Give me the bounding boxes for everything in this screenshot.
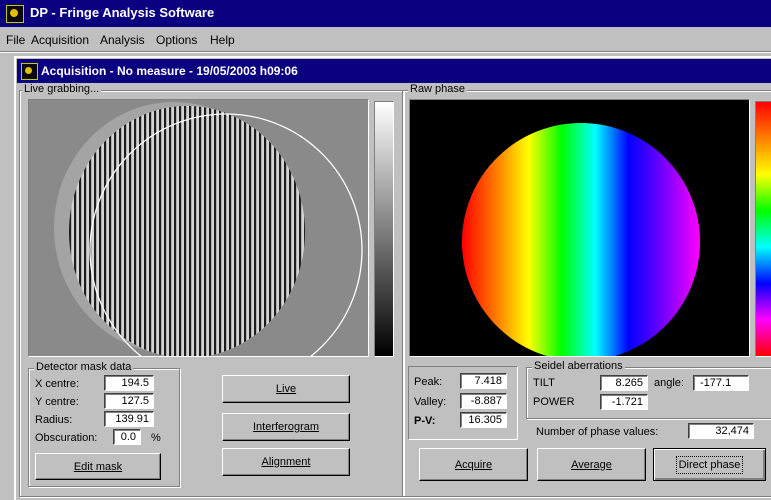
radius-field[interactable]: 139.91 — [104, 411, 154, 427]
live-grabbing-legend: Live grabbing... — [22, 83, 102, 95]
live-label: Live — [275, 383, 297, 395]
nphase-field[interactable]: 32,474 — [688, 423, 754, 439]
app-title: DP - Fringe Analysis Software — [30, 5, 215, 20]
raw-phase-legend: Raw phase — [408, 83, 468, 95]
average-button[interactable]: Average — [537, 448, 646, 481]
menu-file[interactable]: File — [6, 33, 25, 47]
y-centre-field[interactable]: 127.5 — [104, 393, 154, 409]
radius-label: Radius: — [35, 414, 73, 426]
obscuration-label: Obscuration: — [35, 432, 98, 444]
interferogram-button[interactable]: Interferogram — [222, 413, 350, 441]
edit-mask-label: Edit mask — [73, 460, 123, 473]
x-centre-label: X centre: — [35, 378, 80, 390]
valley-label: Valley: — [414, 396, 447, 408]
alignment-label: Alignment — [261, 456, 311, 468]
pv-label: P-V: — [414, 415, 436, 427]
pv-field[interactable]: 16.305 — [460, 412, 507, 428]
phase-map-image — [409, 99, 750, 357]
angle-field[interactable]: -177.1 — [693, 375, 749, 391]
peak-field[interactable]: 7.418 — [460, 373, 507, 389]
obscuration-unit: % — [151, 432, 161, 444]
power-field[interactable]: -1.721 — [600, 394, 648, 410]
y-centre-label: Y centre: — [35, 396, 79, 408]
menu-analysis[interactable]: Analysis — [100, 33, 145, 47]
menu-divider-highlight — [0, 52, 771, 53]
grayscale-colorbar — [374, 101, 394, 357]
direct-phase-button[interactable]: Direct phase — [653, 448, 766, 481]
tilt-field[interactable]: 8.265 — [600, 375, 648, 391]
app-logo-icon — [6, 5, 24, 23]
power-label: POWER — [533, 396, 575, 408]
phase-colorbar — [755, 101, 771, 357]
direct-phase-label: Direct phase — [675, 455, 744, 474]
average-label: Average — [571, 458, 612, 471]
child-window-icon — [21, 63, 38, 80]
child-window-title: Acquisition - No measure - 19/05/2003 h0… — [41, 64, 298, 78]
acquire-label: Acquire — [454, 458, 493, 471]
detector-mask-legend: Detector mask data — [34, 361, 134, 373]
peak-label: Peak: — [414, 376, 443, 388]
tilt-label: TILT — [533, 377, 555, 389]
menu-help[interactable]: Help — [210, 33, 235, 47]
live-button[interactable]: Live — [222, 375, 350, 403]
menu-acquisition[interactable]: Acquisition — [31, 33, 89, 47]
interferogram-label: Interferogram — [252, 421, 320, 433]
child-window-title-bar: Acquisition - No measure - 19/05/2003 h0… — [17, 59, 771, 83]
alignment-button[interactable]: Alignment — [222, 448, 350, 476]
nphase-label: Number of phase values: — [536, 426, 659, 438]
menu-options[interactable]: Options — [156, 33, 197, 47]
obscuration-field[interactable]: 0.0 — [113, 429, 141, 445]
angle-label: angle: — [654, 377, 684, 389]
menu-bar: File Acquisition Analysis Options Help — [0, 30, 771, 50]
seidel-legend: Seidel aberrations — [532, 360, 625, 372]
app-title-bar: DP - Fringe Analysis Software — [0, 0, 771, 27]
x-centre-field[interactable]: 194.5 — [104, 375, 154, 391]
valley-field[interactable]: -8.887 — [460, 393, 507, 409]
edit-mask-button[interactable]: Edit mask — [35, 453, 161, 480]
acquire-button[interactable]: Acquire — [419, 448, 528, 481]
interferogram-image — [28, 99, 369, 357]
